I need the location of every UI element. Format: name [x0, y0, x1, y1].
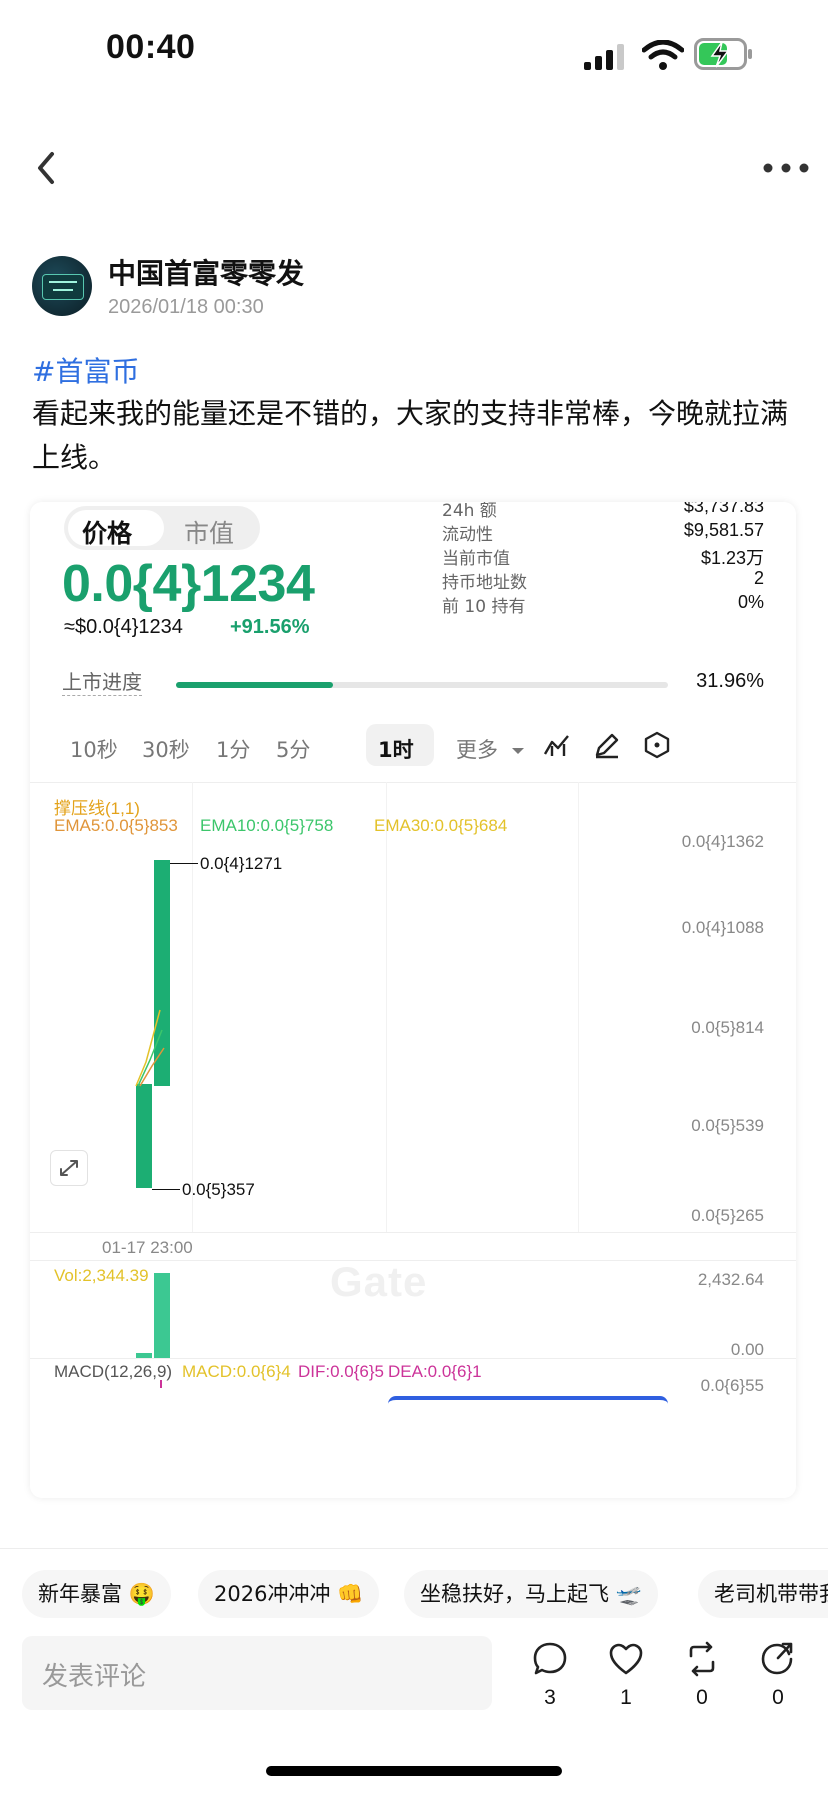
volume-axis-max: 2,432.64 — [697, 1270, 764, 1289]
grid-line — [386, 782, 387, 1232]
hashtag-link[interactable]: #首富币 — [32, 350, 139, 390]
battery-charging-icon — [694, 38, 752, 70]
timeframe-30s[interactable]: 30秒 — [142, 734, 190, 764]
usd-price: ≈$0.0{4}1234 — [64, 616, 183, 638]
ema30-legend: EMA30:0.0{5}684 — [374, 816, 508, 835]
y-axis-tick: 0.0{5}265 — [691, 1206, 764, 1225]
like-heart-icon[interactable] — [607, 1640, 645, 1678]
status-time: 00:40 — [106, 28, 196, 66]
settings-hexagon-icon[interactable] — [642, 730, 672, 760]
stat-value: 0% — [737, 592, 764, 612]
timeframe-1h[interactable]: 1时 — [378, 734, 414, 764]
ema-lines — [135, 1009, 165, 1087]
post-timestamp: 2026/01/18 00:30 — [108, 296, 264, 318]
ema10-line — [137, 1029, 163, 1087]
volume-divider — [30, 1260, 796, 1261]
token-chart-card[interactable]: 价格 市值 0.0{4}1234 ≈$0.0{4}1234 +91.56% 24… — [30, 502, 796, 1498]
expand-chart-button[interactable] — [50, 1150, 88, 1186]
repost-icon[interactable] — [683, 1640, 721, 1678]
stat-value: $3,737.83 — [683, 502, 764, 516]
listing-progress-label: 上市进度 — [62, 666, 142, 696]
more-options-icon[interactable] — [760, 158, 812, 178]
comment-placeholder: 发表评论 — [42, 1662, 147, 1692]
macd-params-legend: MACD(12,26,9) — [54, 1362, 173, 1381]
macd-legend: MACD:0.0{6}4 — [182, 1362, 291, 1381]
chart-bottom-divider — [30, 1232, 796, 1233]
current-price: 0.0{4}1234 — [62, 555, 315, 613]
caret-down-icon — [511, 748, 524, 754]
home-indicator — [266, 1766, 562, 1776]
timeframe-10s[interactable]: 10秒 — [70, 734, 118, 764]
like-count: 1 — [620, 1686, 632, 1709]
listing-progress-fill — [176, 682, 333, 688]
avatar[interactable] — [32, 256, 92, 316]
grid-line — [192, 782, 193, 1232]
repost-count: 0 — [696, 1686, 708, 1709]
action-button-edge — [388, 1396, 668, 1412]
y-axis-tick: 0.0{4}1088 — [681, 918, 764, 937]
low-marker-line — [152, 1189, 180, 1190]
volume-legend: Vol:2,344.39 — [54, 1266, 149, 1285]
low-price-label: 0.0{5}357 — [182, 1180, 255, 1199]
candle-1 — [136, 1084, 152, 1188]
ema5-legend: EMA5:0.0{5}853 — [54, 816, 178, 835]
macd-axis-tick: 0.0{6}55 — [700, 1376, 764, 1395]
timeframe-5m[interactable]: 5分 — [276, 734, 310, 764]
post-body: 看起来我的能量还是不错的，大家的支持非常棒，今晚就拉满上线。 — [32, 397, 789, 474]
y-axis-tick: 0.0{5}539 — [691, 1116, 764, 1135]
draw-pencil-icon[interactable] — [592, 730, 622, 760]
cellular-signal-icon — [584, 44, 624, 70]
gate-watermark: Gate — [330, 1258, 428, 1305]
stat-label: 当前市值 — [442, 549, 510, 569]
bottom-divider — [0, 1548, 828, 1549]
wifi-icon — [642, 40, 684, 70]
y-axis-tick: 0.0{4}1362 — [681, 832, 764, 851]
x-axis-time-label: 01-17 23:00 — [102, 1238, 193, 1257]
timeframe-more[interactable]: 更多 — [456, 734, 525, 764]
comment-count: 3 — [544, 1686, 556, 1709]
y-axis-tick: 0.0{5}814 — [691, 1018, 764, 1037]
high-price-label: 0.0{4}1271 — [200, 854, 283, 873]
chart-top-divider — [30, 782, 796, 783]
ema10-legend: EMA10:0.0{5}758 — [200, 816, 334, 835]
grid-line — [578, 782, 579, 1232]
stat-value: $1.23万 — [700, 548, 764, 568]
stat-label: 前 10 持有 — [442, 597, 526, 617]
high-marker-line — [170, 863, 198, 864]
timeframe-1m[interactable]: 1分 — [216, 734, 250, 764]
share-icon[interactable] — [759, 1640, 797, 1678]
indicator-icon[interactable] — [542, 730, 572, 760]
stat-label: 持币地址数 — [442, 573, 527, 593]
stat-value: $9,581.57 — [683, 520, 764, 540]
avatar-logo-icon — [42, 274, 84, 300]
stat-label: 24h 额 — [442, 502, 497, 521]
timeframe-more-label: 更多 — [456, 738, 498, 762]
expand-icon — [60, 1160, 78, 1176]
ema30-line — [135, 1009, 161, 1087]
price-change: +91.56% — [230, 616, 310, 638]
stat-value: 2 — [753, 568, 764, 588]
price-chart[interactable]: 撑压线(1,1) EMA5:0.0{5}853 EMA10:0.0{5}758 … — [30, 782, 796, 1482]
tab-market-cap[interactable]: 市值 — [184, 514, 234, 550]
back-icon[interactable] — [28, 146, 64, 190]
volume-bar-2 — [154, 1273, 170, 1358]
dea-legend: DEA:0.0{6}1 — [388, 1362, 482, 1381]
share-count: 0 — [772, 1686, 784, 1709]
listing-progress-percent: 31.96% — [696, 670, 764, 692]
stat-label: 流动性 — [442, 525, 493, 545]
quick-reply-chip[interactable]: 新年暴富 🤑 — [22, 1570, 171, 1618]
dif-legend: DIF:0.0{6}5 — [298, 1362, 385, 1381]
quick-reply-chip[interactable]: 老司机带带我 — [698, 1570, 828, 1618]
author-name[interactable]: 中国首富零零发 — [108, 252, 304, 292]
volume-axis-min: 0.00 — [730, 1340, 764, 1359]
comment-icon[interactable] — [531, 1640, 569, 1678]
dif-line — [160, 1380, 162, 1388]
quick-reply-chip[interactable]: 坐稳扶好，马上起飞 🛫 — [404, 1570, 658, 1618]
macd-divider — [30, 1358, 796, 1359]
quick-reply-chip[interactable]: 2026冲冲冲 👊 — [198, 1570, 380, 1618]
tab-price[interactable]: 价格 — [82, 514, 132, 550]
